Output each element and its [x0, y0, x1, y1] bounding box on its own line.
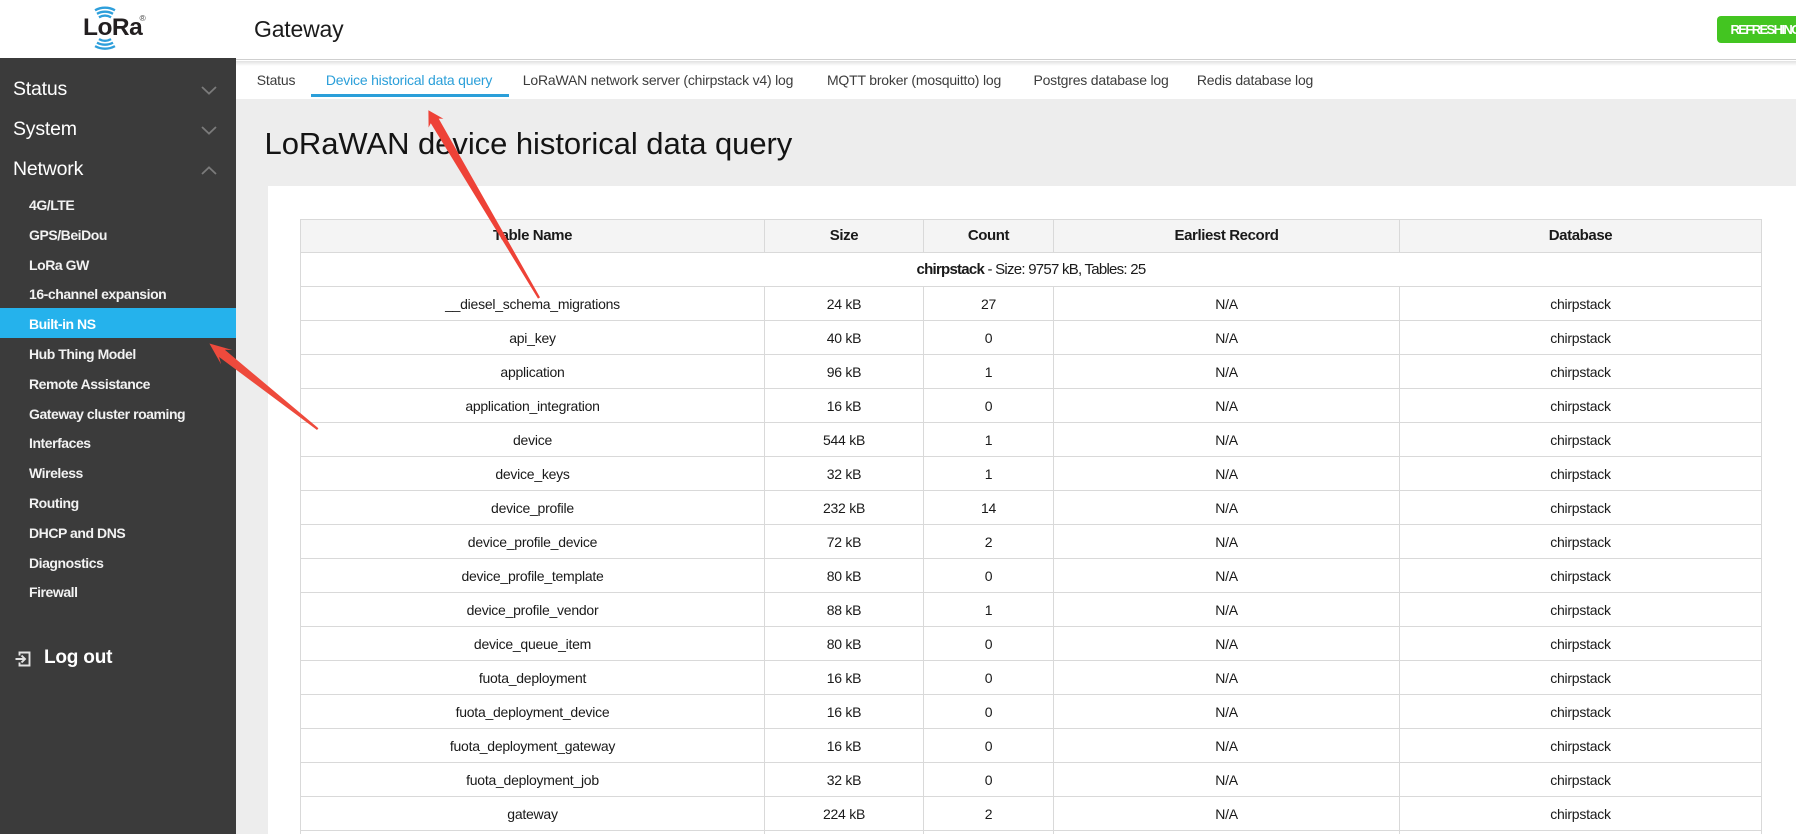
svg-text:®: ® [140, 13, 147, 23]
svg-text:LoRa: LoRa [83, 14, 143, 41]
